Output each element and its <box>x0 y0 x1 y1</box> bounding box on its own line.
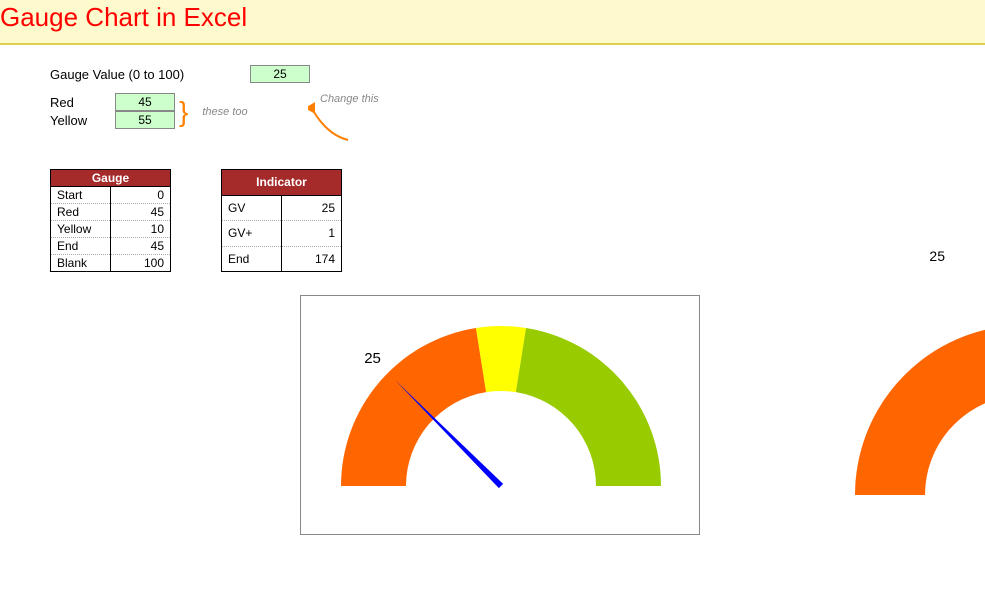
table-row: Start0 <box>51 187 171 204</box>
table-cell-val: 45 <box>111 204 171 221</box>
table-cell-key: Start <box>51 187 111 204</box>
gauge-value-label: Gauge Value (0 to 100) <box>50 67 250 82</box>
brace-icon: } <box>179 105 188 119</box>
table-cell-val: 174 <box>282 246 342 272</box>
page-title: Gauge Chart in Excel <box>0 2 985 33</box>
table-row: Yellow10 <box>51 221 171 238</box>
red-value-input[interactable]: 45 <box>115 93 175 111</box>
table-cell-key: Yellow <box>51 221 111 238</box>
table-cell-key: End <box>51 238 111 255</box>
table-row: End174 <box>222 246 342 272</box>
these-too-note: these too <box>202 106 247 118</box>
table-cell-val: 10 <box>111 221 171 238</box>
gauge-chart: 25 <box>300 295 700 535</box>
table-cell-key: Red <box>51 204 111 221</box>
title-bar: Gauge Chart in Excel <box>0 0 985 45</box>
indicator-table: Indicator GV25GV+1End174 <box>221 169 342 272</box>
svg-text:25: 25 <box>364 350 381 367</box>
table-cell-key: Blank <box>51 255 111 272</box>
table-row: End45 <box>51 238 171 255</box>
side-gauge-chart <box>825 305 985 535</box>
yellow-value-input[interactable]: 55 <box>115 111 175 129</box>
table-cell-val: 100 <box>111 255 171 272</box>
table-cell-key: GV+ <box>222 221 282 247</box>
table-cell-val: 0 <box>111 187 171 204</box>
change-this-note: Change this <box>320 93 379 105</box>
table-row: Red45 <box>51 204 171 221</box>
red-label: Red <box>50 95 115 110</box>
gauge-value-input[interactable]: 25 <box>250 65 310 83</box>
table-cell-key: End <box>222 246 282 272</box>
table-cell-key: GV <box>222 195 282 221</box>
table-row: Blank100 <box>51 255 171 272</box>
table-row: GV+1 <box>222 221 342 247</box>
yellow-label: Yellow <box>50 113 115 128</box>
indicator-table-header: Indicator <box>222 170 342 196</box>
table-cell-val: 25 <box>282 195 342 221</box>
table-row: GV25 <box>222 195 342 221</box>
side-needle-label: 25 <box>929 248 945 264</box>
table-cell-val: 45 <box>111 238 171 255</box>
table-cell-val: 1 <box>282 221 342 247</box>
gauge-table: Gauge Start0Red45Yellow10End45Blank100 <box>50 169 171 272</box>
gauge-table-header: Gauge <box>51 170 171 187</box>
